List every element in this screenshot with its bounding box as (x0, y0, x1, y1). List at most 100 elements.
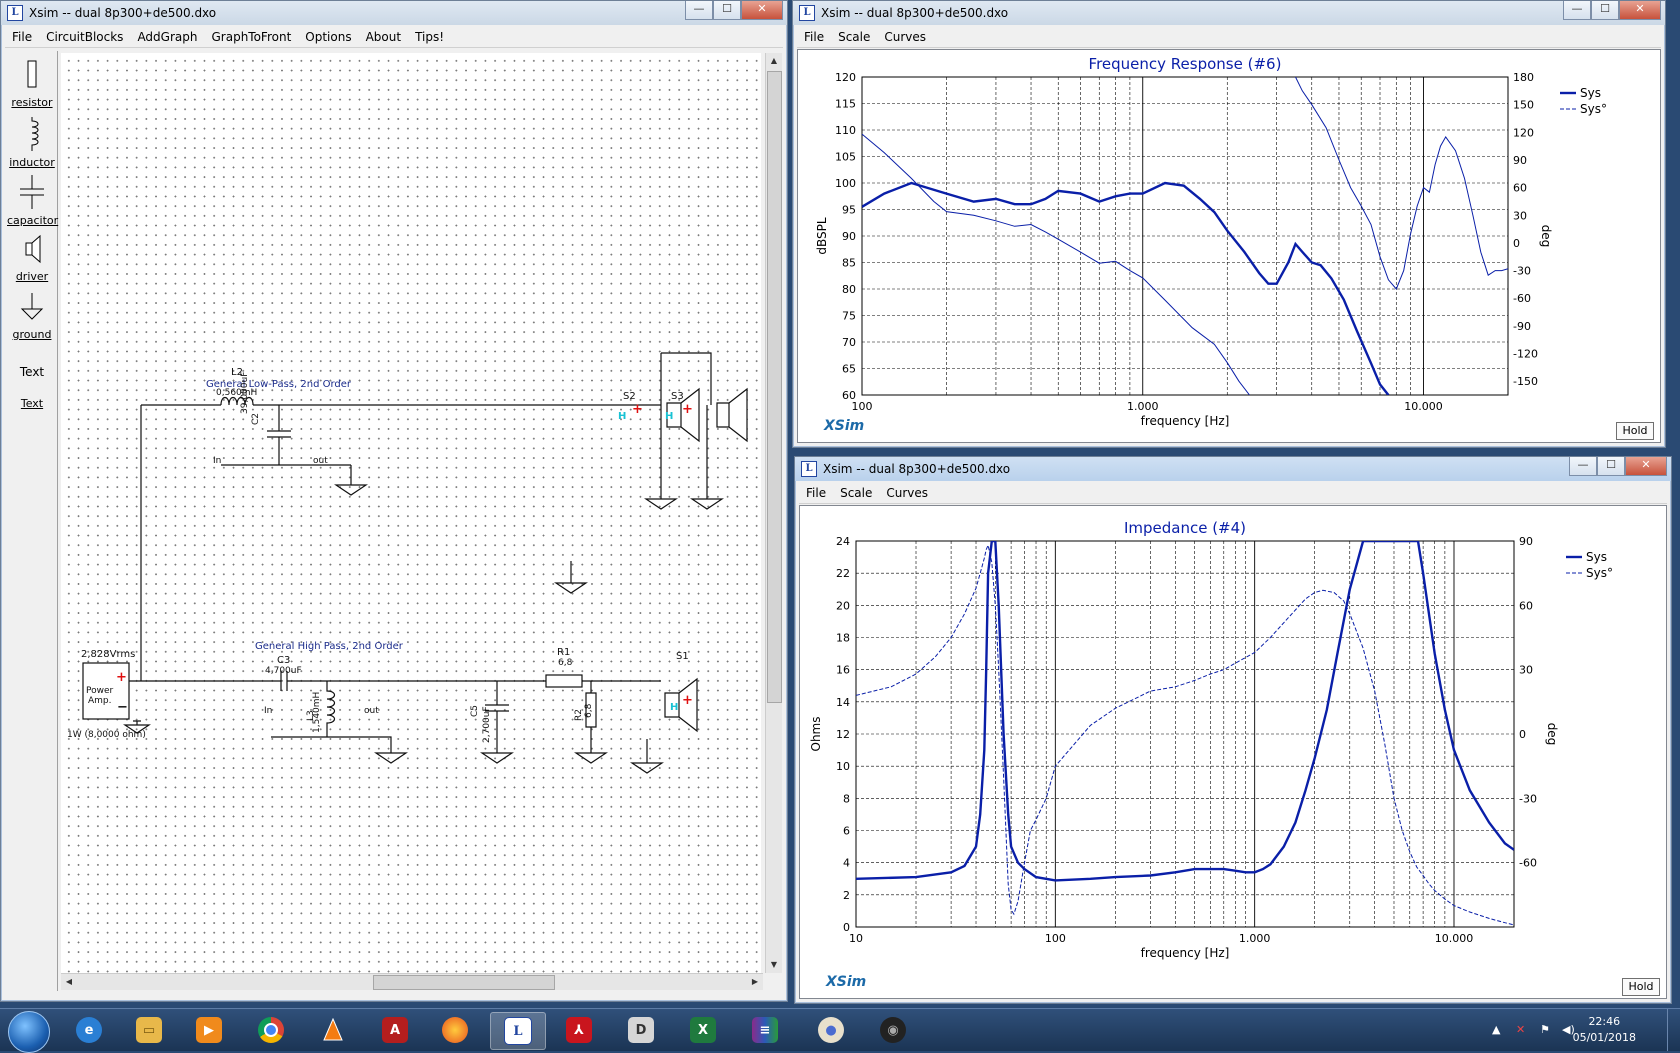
menu-curves[interactable]: Curves (877, 30, 933, 44)
minimize-button[interactable]: — (1569, 457, 1597, 476)
highpass-title: General High Pass, 2nd Order (255, 641, 404, 652)
tool-capacitor[interactable]: capacitor (7, 175, 58, 227)
schematic-canvas[interactable]: General Low-Pass, 2nd Order L2 0,560mH I… (61, 53, 761, 973)
text-tool-label: Text (19, 365, 45, 379)
schematic-horizontal-scrollbar[interactable]: ◀ ▶ (61, 973, 763, 990)
vlc-icon[interactable] (306, 1012, 360, 1048)
s1-plus: + (682, 693, 693, 708)
menu-tips[interactable]: Tips! (408, 30, 451, 44)
close-button[interactable]: ✕ (1625, 457, 1667, 476)
menu-scale[interactable]: Scale (831, 30, 877, 44)
legend-sys-phase: Sys° (1580, 102, 1607, 116)
schematic-titlebar[interactable]: L Xsim -- dual 8p300+de500.dxo — ☐ ✕ (1, 1, 787, 25)
scroll-up-arrow[interactable]: ▲ (766, 53, 782, 69)
y2-tick-label: -60 (1513, 292, 1531, 305)
media-player-icon[interactable]: ▶ (182, 1012, 236, 1048)
close-button[interactable]: ✕ (1619, 1, 1661, 20)
amp-label-2: Amp. (88, 696, 112, 706)
menu-options[interactable]: Options (298, 30, 358, 44)
menu-addgraph[interactable]: AddGraph (130, 30, 204, 44)
y-tick-label: 22 (836, 567, 850, 580)
freq-graph-area: 60 65 70 75 80 85 90 95 100 105 110 115 120 -150 -120 -… (797, 49, 1661, 443)
s3-label: S3 (671, 391, 684, 402)
menu-graphtofront[interactable]: GraphToFront (204, 30, 298, 44)
show-desktop-button[interactable] (1667, 1009, 1680, 1051)
minimize-button[interactable]: — (1563, 1, 1591, 20)
schematic-window[interactable]: L Xsim -- dual 8p300+de500.dxo — ☐ ✕ Fil… (0, 0, 788, 1002)
menu-about[interactable]: About (359, 30, 408, 44)
component-toolbox: resistor inductor capacitor driver groun… (7, 51, 58, 991)
freq-titlebar[interactable]: L Xsim -- dual 8p300+de500.dxo — ☐ ✕ (793, 1, 1665, 25)
network-icon[interactable]: ✕ (1516, 1023, 1525, 1036)
menu-file[interactable]: File (799, 486, 833, 500)
scroll-right-arrow[interactable]: ▶ (747, 974, 763, 990)
y-tick-label: 85 (842, 257, 856, 270)
schematic-vertical-scrollbar[interactable]: ▲ ▼ (765, 53, 782, 973)
y2-tick-label: 180 (1513, 71, 1534, 84)
tool-ground[interactable]: ground (7, 293, 57, 341)
ground-icon (20, 293, 44, 320)
vertical-scroll-thumb[interactable] (767, 71, 782, 703)
tool-text[interactable]: Text (7, 365, 57, 379)
y-axis-label: dBSPL (815, 217, 829, 254)
speaker-app-icon[interactable]: ◉ (866, 1012, 920, 1048)
tray-arrow-icon[interactable]: ▲ (1492, 1023, 1500, 1036)
s2-h-label: H (618, 411, 626, 422)
scroll-left-arrow[interactable]: ◀ (61, 974, 77, 990)
menu-circuitblocks[interactable]: CircuitBlocks (39, 30, 130, 44)
amp-plus: + (116, 670, 127, 685)
tool-text-2[interactable]: Text (7, 395, 57, 410)
firefox-icon[interactable] (428, 1012, 482, 1048)
excel-icon[interactable]: X (676, 1012, 730, 1048)
y2-tick-label: -120 (1513, 348, 1538, 361)
menu-file[interactable]: File (5, 30, 39, 44)
video-editor-icon[interactable]: D (614, 1012, 668, 1048)
tool-driver[interactable]: driver (7, 233, 57, 283)
menu-scale[interactable]: Scale (833, 486, 879, 500)
tool-resistor[interactable]: resistor (7, 59, 57, 109)
chart-title: Frequency Response (#6) (1089, 55, 1282, 73)
clock[interactable]: 22:46 05/01/2018 (1573, 1014, 1636, 1046)
minimize-button[interactable]: — (685, 1, 713, 20)
amp-power: 1W (8,0000 ohm) (67, 730, 146, 740)
clock-time: 22:46 (1588, 1015, 1621, 1028)
start-orb[interactable] (8, 1011, 50, 1053)
explorer-icon[interactable]: ▭ (122, 1012, 176, 1048)
menu-file[interactable]: File (797, 30, 831, 44)
flag-icon[interactable]: ⚑ (1540, 1023, 1550, 1036)
x-tick-label: 10.000 (1404, 400, 1443, 413)
paint-icon[interactable]: ● (804, 1012, 858, 1048)
imp-titlebar[interactable]: L Xsim -- dual 8p300+de500.dxo — ☐ ✕ (795, 457, 1671, 481)
maximize-button[interactable]: ☐ (1591, 1, 1619, 20)
hold-button[interactable]: Hold (1622, 978, 1660, 996)
xsim-app-icon: L (799, 5, 815, 21)
frequency-response-window[interactable]: L Xsim -- dual 8p300+de500.dxo — ☐ ✕ Fil… (792, 0, 1666, 448)
xsim-app-icon: L (801, 461, 817, 477)
autocad-icon[interactable]: A (368, 1012, 422, 1048)
horizontal-scroll-thumb[interactable] (373, 975, 555, 990)
impedance-chart[interactable]: 024681012141618202224-60-30030609010 100 1… (800, 506, 1666, 998)
hp-out-label: out (364, 706, 379, 716)
window-title: Xsim -- dual 8p300+de500.dxo (823, 462, 1011, 476)
impedance-window[interactable]: L Xsim -- dual 8p300+de500.dxo — ☐ ✕ Fil… (794, 456, 1672, 1004)
chrome-icon[interactable] (244, 1012, 298, 1048)
chart-legend: Sys Sys° (1566, 550, 1613, 580)
tool-inductor[interactable]: inductor (7, 117, 57, 169)
ie-icon[interactable]: e (62, 1012, 116, 1048)
lp-out-label: out (313, 456, 328, 466)
xsim-icon[interactable]: L (490, 1012, 546, 1050)
maximize-button[interactable]: ☐ (1597, 457, 1625, 476)
chart-title: Impedance (#4) (1124, 519, 1246, 537)
frequency-response-chart[interactable]: 60 65 70 75 80 85 90 95 100 105 110 115 120 -150 -120 -… (798, 50, 1660, 442)
y-tick-label: 4 (843, 857, 850, 870)
winrar-icon[interactable]: ≡ (738, 1012, 792, 1048)
acrobat-icon[interactable]: ⅄ (552, 1012, 606, 1048)
scroll-down-arrow[interactable]: ▼ (766, 957, 782, 973)
close-button[interactable]: ✕ (741, 1, 783, 20)
hold-button[interactable]: Hold (1616, 422, 1654, 440)
imp-graph-area: 0 2 4 6 8 10 12 14 16 18 20 22 24 -60 -30 0 30 60 90 10 100 1… (799, 505, 1667, 999)
y-tick-label: 14 (836, 696, 850, 709)
menu-curves[interactable]: Curves (879, 486, 935, 500)
maximize-button[interactable]: ☐ (713, 1, 741, 20)
legend-sys: Sys (1580, 86, 1601, 100)
